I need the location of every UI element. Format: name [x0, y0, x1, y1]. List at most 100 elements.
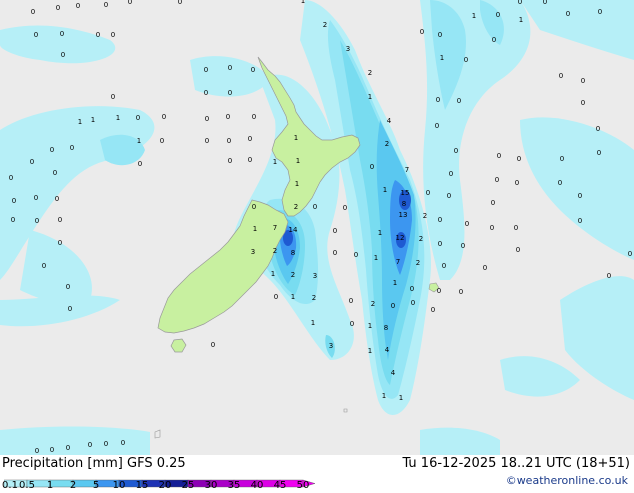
precip-value: 1 — [291, 293, 295, 301]
precip-value: 0 — [559, 72, 563, 80]
precip-value: 0 — [410, 285, 414, 293]
precip-value: 0 — [436, 96, 440, 104]
precip-value: 0 — [581, 77, 585, 85]
precip-value: 0 — [30, 158, 34, 166]
precip-value: 0 — [438, 216, 442, 224]
precip-value: 2 — [312, 294, 316, 302]
precip-value: 0 — [598, 8, 602, 16]
precip-value: 1 — [116, 114, 120, 122]
precip-value: 0 — [31, 8, 35, 16]
precip-value: 0 — [205, 137, 209, 145]
precip-value: 4 — [387, 117, 392, 125]
precip-value: 0 — [370, 163, 374, 171]
precip-value: 0 — [226, 113, 230, 121]
precip-value: 0 — [490, 224, 494, 232]
precip-value: 0 — [35, 447, 39, 455]
precip-value: 0 — [11, 216, 15, 224]
precip-value: 0 — [349, 297, 353, 305]
precip-value: 0 — [447, 192, 451, 200]
precip-value: 0 — [76, 2, 80, 10]
precip-value: 0 — [578, 192, 582, 200]
precip-value: 0 — [58, 239, 62, 247]
precip-value: 0 — [516, 246, 520, 254]
precip-value: 1 — [294, 134, 298, 142]
precip-value: 0 — [313, 203, 317, 211]
precip-value: 0 — [204, 89, 208, 97]
precip-value: 0 — [104, 1, 108, 9]
precip-value: 0 — [251, 66, 255, 74]
precip-value: 0 — [66, 283, 70, 291]
precip-value: 4 — [385, 346, 390, 354]
precip-value: 0 — [495, 176, 499, 184]
precip-value: 0 — [60, 30, 64, 38]
precip-value: 1 — [393, 279, 397, 287]
precip-value: 0 — [491, 199, 495, 207]
precip-value: 1 — [440, 54, 444, 62]
precip-value: 2 — [371, 300, 375, 308]
precip-value: 1 — [273, 158, 277, 166]
precip-value: 0 — [566, 10, 570, 18]
precip-value: 0 — [420, 28, 424, 36]
precip-value: 0 — [53, 169, 57, 177]
precip-value: 0 — [58, 216, 62, 224]
precip-value: 0 — [128, 0, 132, 6]
precip-value: 0 — [178, 0, 182, 6]
precip-value: 0 — [12, 197, 16, 205]
precip-value: 8 — [384, 324, 388, 332]
precip-value: 2 — [323, 21, 327, 29]
precip-value: 0 — [111, 93, 115, 101]
precip-value: 0 — [607, 272, 611, 280]
precip-value: 2 — [294, 203, 298, 211]
precip-value: 0 — [578, 217, 582, 225]
precip-value: 0 — [496, 11, 500, 19]
precip-value: 0 — [204, 66, 208, 74]
precip-value: 0 — [438, 240, 442, 248]
precip-value: 0 — [70, 144, 74, 152]
precip-value: 1 — [78, 118, 82, 126]
map-title: Precipitation [mm] GFS 0.25 — [2, 456, 186, 471]
precip-value: 0 — [492, 36, 496, 44]
precip-value: 1 — [91, 116, 95, 124]
precip-value: 1 — [368, 93, 372, 101]
precip-value: 0 — [121, 439, 125, 447]
precip-value: 0 — [543, 0, 547, 6]
precip-value: 0 — [333, 227, 337, 235]
precip-value: 1 — [295, 180, 299, 188]
precip-value: 0 — [465, 220, 469, 228]
precip-value: 0 — [442, 262, 446, 270]
precip-value: 0 — [581, 99, 585, 107]
precip-value: 0 — [514, 224, 518, 232]
precip-value: 0 — [55, 195, 59, 203]
precip-value: 2 — [385, 140, 389, 148]
precip-value: 3 — [313, 272, 317, 280]
precip-value: 0 — [449, 170, 453, 178]
precip-value: 2 — [273, 247, 277, 255]
precip-value: 0 — [96, 31, 100, 39]
precip-value: 1 — [519, 16, 523, 24]
precip-value: 0 — [350, 320, 354, 328]
precip-value: 0 — [497, 152, 501, 160]
precip-value: 3 — [251, 248, 255, 256]
precip-value: 2 — [291, 271, 295, 279]
precip-value: 15 — [401, 189, 410, 197]
precip-value: 0 — [517, 155, 521, 163]
precip-value: 0 — [228, 89, 232, 97]
precip-value: 0 — [50, 146, 54, 154]
precip-value: 0 — [435, 122, 439, 130]
precip-value: 1 — [301, 0, 305, 5]
precip-value: 0 — [162, 113, 166, 121]
credit-link[interactable]: ©weatheronline.co.uk — [506, 474, 628, 488]
precip-value: 8 — [291, 249, 295, 257]
precip-value: 0 — [274, 293, 278, 301]
precip-value: 0 — [9, 174, 13, 182]
precip-value: 0 — [35, 217, 39, 225]
precip-value: 7 — [405, 166, 409, 174]
precip-value: 13 — [399, 211, 408, 219]
precip-value: 0 — [34, 194, 38, 202]
precip-value: 8 — [402, 200, 406, 208]
precip-value: 0 — [136, 114, 140, 122]
precip-value: 0 — [248, 135, 252, 143]
precip-value: 0 — [391, 302, 395, 310]
precip-value: 0 — [483, 264, 487, 272]
precip-value: 0 — [104, 440, 108, 448]
